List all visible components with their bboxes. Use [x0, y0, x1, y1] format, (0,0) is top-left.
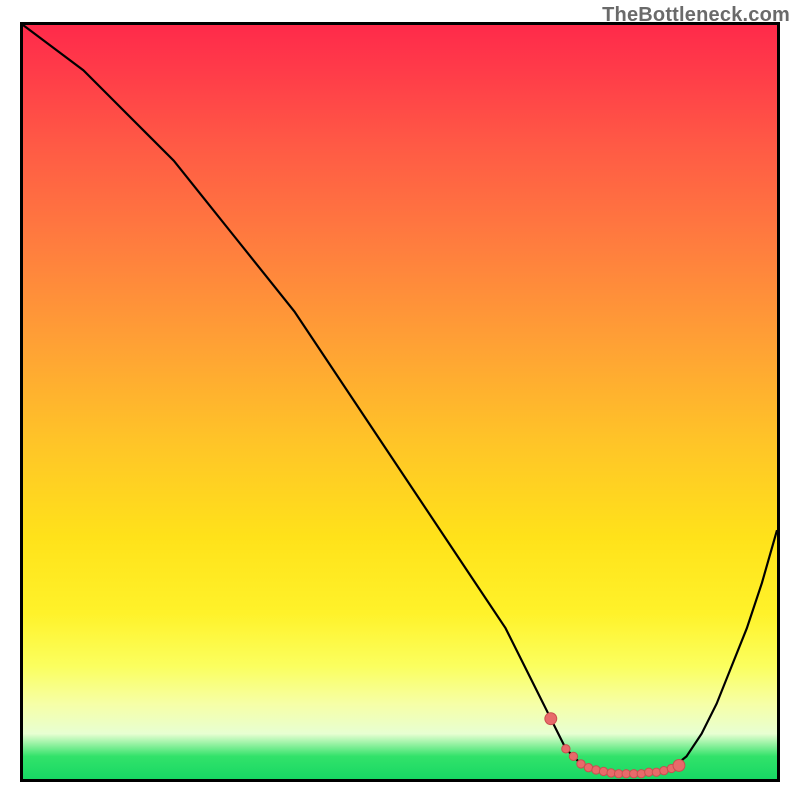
curve-marker	[660, 766, 668, 774]
curve-marker	[584, 764, 592, 772]
curve-marker	[545, 713, 557, 725]
curve-marker	[592, 766, 600, 774]
plot-area	[20, 22, 780, 782]
curve-marker	[599, 767, 607, 775]
chart-container: TheBottleneck.com	[0, 0, 800, 800]
curve-marker	[569, 752, 577, 760]
curve-marker	[652, 768, 660, 776]
curve-marker	[562, 745, 570, 753]
curve-markers	[545, 713, 685, 778]
bottleneck-curve	[23, 25, 777, 774]
curve-marker	[577, 760, 585, 768]
watermark-text: TheBottleneck.com	[602, 4, 790, 27]
curve-marker	[637, 770, 645, 778]
curve-overlay	[23, 25, 777, 779]
curve-marker	[673, 759, 685, 771]
curve-marker	[607, 769, 615, 777]
